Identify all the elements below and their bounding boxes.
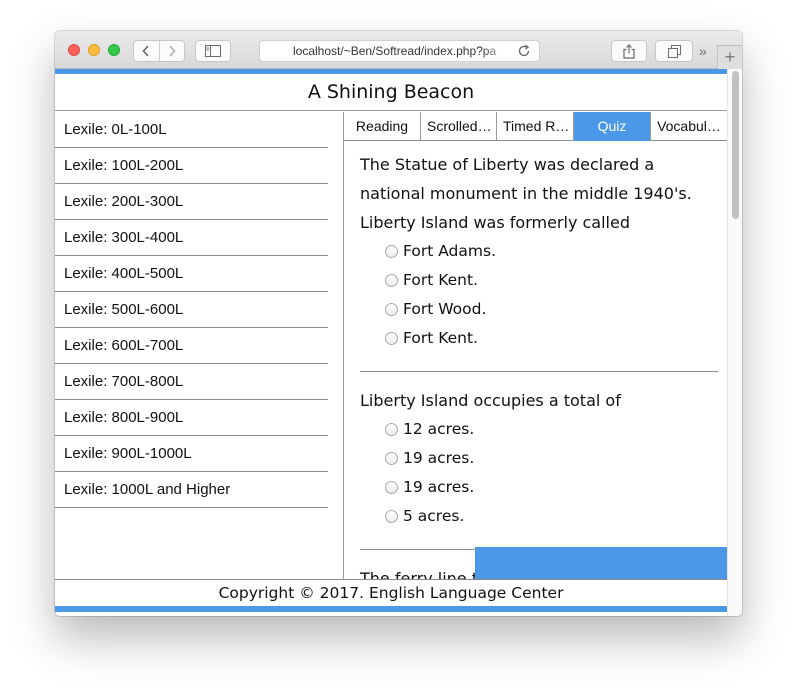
q1-option-2[interactable]: Fort Kent.: [385, 266, 478, 295]
chevron-right-icon: [169, 45, 176, 57]
page-footer: Copyright © 2017. English Language Cente…: [55, 579, 727, 606]
sidebar-item-lexile-1000-plus[interactable]: Lexile: 1000L and Higher: [55, 472, 328, 508]
sidebar-item-lexile-700-800[interactable]: Lexile: 700L-800L: [55, 364, 328, 400]
scrollbar-thumb[interactable]: [732, 71, 739, 219]
q2-option-1[interactable]: 12 acres.: [385, 415, 474, 444]
sidebar-item-lexile-400-500[interactable]: Lexile: 400L-500L: [55, 256, 328, 292]
lexile-sidebar: Lexile: 0L-100L Lexile: 100L-200L Lexile…: [55, 112, 344, 579]
option-label: Fort Wood.: [403, 300, 487, 318]
q2-option-4[interactable]: 5 acres.: [385, 502, 464, 531]
url-text: localhost/~Ben/Softread/index.php?pa: [293, 44, 497, 58]
tabs-icon: [667, 44, 681, 58]
radio-button[interactable]: [385, 481, 398, 494]
option-label: 19 acres.: [403, 449, 475, 467]
tab-overview-button[interactable]: [655, 40, 693, 62]
bottom-accent-bar: [55, 606, 727, 612]
option-label: Fort Kent.: [403, 329, 478, 347]
radio-button[interactable]: [385, 303, 398, 316]
show-sidebar-button[interactable]: [195, 40, 231, 62]
radio-button[interactable]: [385, 452, 398, 465]
sidebar-item-lexile-200-300[interactable]: Lexile: 200L-300L: [55, 184, 328, 220]
q2-option-2[interactable]: 19 acres.: [385, 444, 474, 473]
radio-button[interactable]: [385, 245, 398, 258]
forward-button[interactable]: [158, 41, 184, 61]
new-tab-button[interactable]: +: [717, 45, 742, 69]
tab-scrolled[interactable]: Scrolled…: [421, 112, 497, 141]
sidebar-item-lexile-900-1000[interactable]: Lexile: 900L-1000L: [55, 436, 328, 472]
web-page: A Shining Beacon Lexile: 0L-100L Lexile:…: [55, 69, 742, 616]
tab-reading[interactable]: Reading: [344, 112, 421, 141]
option-label: 12 acres.: [403, 420, 475, 438]
q1-option-1[interactable]: Fort Adams.: [385, 237, 496, 266]
page-scrollbar[interactable]: [727, 69, 742, 616]
radio-button[interactable]: [385, 510, 398, 523]
option-label: 19 acres.: [403, 478, 475, 496]
sidebar-item-lexile-600-700[interactable]: Lexile: 600L-700L: [55, 328, 328, 364]
option-label: 5 acres.: [403, 507, 465, 525]
tab-timed-reading[interactable]: Timed R…: [497, 112, 574, 141]
sidebar-item-lexile-500-600[interactable]: Lexile: 500L-600L: [55, 292, 328, 328]
q1-option-3[interactable]: Fort Wood.: [385, 295, 486, 324]
reload-icon[interactable]: [517, 44, 531, 58]
radio-button[interactable]: [385, 332, 398, 345]
question-2-text: Liberty Island occupies a total of: [360, 391, 621, 410]
tab-bar: Reading Scrolled… Timed R… Quiz Vocabul…: [344, 112, 727, 141]
option-label: Fort Adams.: [403, 242, 496, 260]
q1-option-4[interactable]: Fort Kent.: [385, 324, 478, 353]
blue-overlay-block: [475, 547, 727, 579]
q2-option-3[interactable]: 19 acres.: [385, 473, 474, 502]
quiz-content: The Statue of Liberty was declared a nat…: [344, 142, 727, 579]
tab-quiz[interactable]: Quiz: [574, 112, 651, 141]
radio-button[interactable]: [385, 274, 398, 287]
option-label: Fort Kent.: [403, 271, 478, 289]
share-icon: [623, 43, 635, 59]
sidebar-item-lexile-800-900[interactable]: Lexile: 800L-900L: [55, 400, 328, 436]
back-button[interactable]: [134, 41, 159, 61]
page-title: A Shining Beacon: [55, 74, 727, 111]
share-button[interactable]: [611, 40, 647, 62]
close-window-button[interactable]: [68, 44, 80, 56]
radio-button[interactable]: [385, 423, 398, 436]
browser-window: localhost/~Ben/Softread/index.php?pa » +…: [55, 31, 742, 616]
sidebar-icon: [205, 45, 221, 57]
sidebar-item-lexile-0-100[interactable]: Lexile: 0L-100L: [55, 112, 328, 148]
browser-toolbar: localhost/~Ben/Softread/index.php?pa » +: [55, 31, 742, 69]
tab-vocabulary[interactable]: Vocabul…: [651, 112, 727, 141]
sidebar-item-lexile-100-200[interactable]: Lexile: 100L-200L: [55, 148, 328, 184]
main-panel: Reading Scrolled… Timed R… Quiz Vocabul……: [344, 112, 727, 579]
zoom-window-button[interactable]: [108, 44, 120, 56]
address-bar[interactable]: localhost/~Ben/Softread/index.php?pa: [259, 40, 540, 62]
sidebar-item-lexile-300-400[interactable]: Lexile: 300L-400L: [55, 220, 328, 256]
history-nav-group: [133, 40, 185, 62]
question-divider: [360, 371, 718, 372]
chevron-left-icon: [142, 45, 150, 57]
more-toolbar-items-button[interactable]: »: [699, 41, 713, 61]
minimize-window-button[interactable]: [88, 44, 100, 56]
question-1-text: The Statue of Liberty was declared a nat…: [360, 155, 692, 232]
